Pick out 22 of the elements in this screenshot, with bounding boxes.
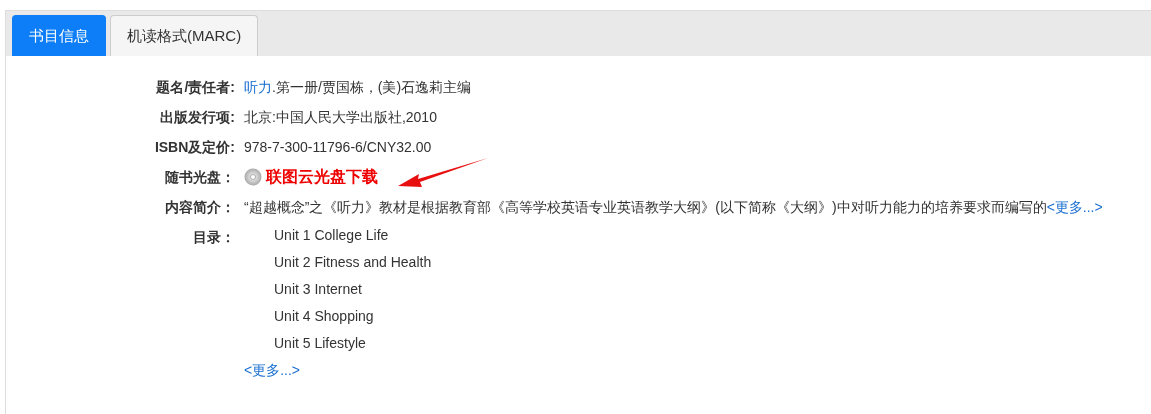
field-label: ISBN及定价:	[153, 138, 236, 157]
title-link[interactable]: 听力	[244, 79, 272, 95]
toc-item: Unit 4 Shopping	[273, 307, 375, 326]
summary-text: “超越概念”之《听力》教材是根据教育部《高等学校英语专业英语教学大纲》(以下简称《大纲》)中对听力能力的培养要求而编写的	[244, 199, 1047, 215]
field-label: 题名/责任者:	[155, 78, 236, 97]
download-link[interactable]: 联图云光盘下载	[266, 162, 378, 192]
field-value: 978-7-300-11796-6/CNY32.00	[244, 139, 432, 155]
tab[interactable]: 机读格式(MARC)	[110, 15, 259, 56]
toc-item: Unit 1 College Life	[273, 226, 390, 245]
toc-item: Unit 5 Lifestyle	[273, 334, 367, 353]
field-label: 随书光盘：	[164, 168, 236, 187]
more-link[interactable]: <更多...>	[1046, 199, 1103, 215]
more-link[interactable]: <更多...>	[244, 362, 301, 378]
title-text: .第一册/贾国栋，(美)石逸莉主编	[272, 79, 472, 95]
field-label: 出版发行项:	[159, 108, 236, 127]
field-value: 北京:中国人民大学出版社,2010	[244, 109, 437, 125]
disc-icon	[244, 168, 262, 186]
toc-item: Unit 2 Fitness and Health	[273, 253, 432, 272]
field-label: 目录：	[192, 228, 236, 247]
toc-item: Unit 3 Internet	[273, 280, 363, 299]
field-label: 内容简介：	[164, 198, 236, 217]
tab[interactable]: 书目信息	[12, 15, 106, 56]
